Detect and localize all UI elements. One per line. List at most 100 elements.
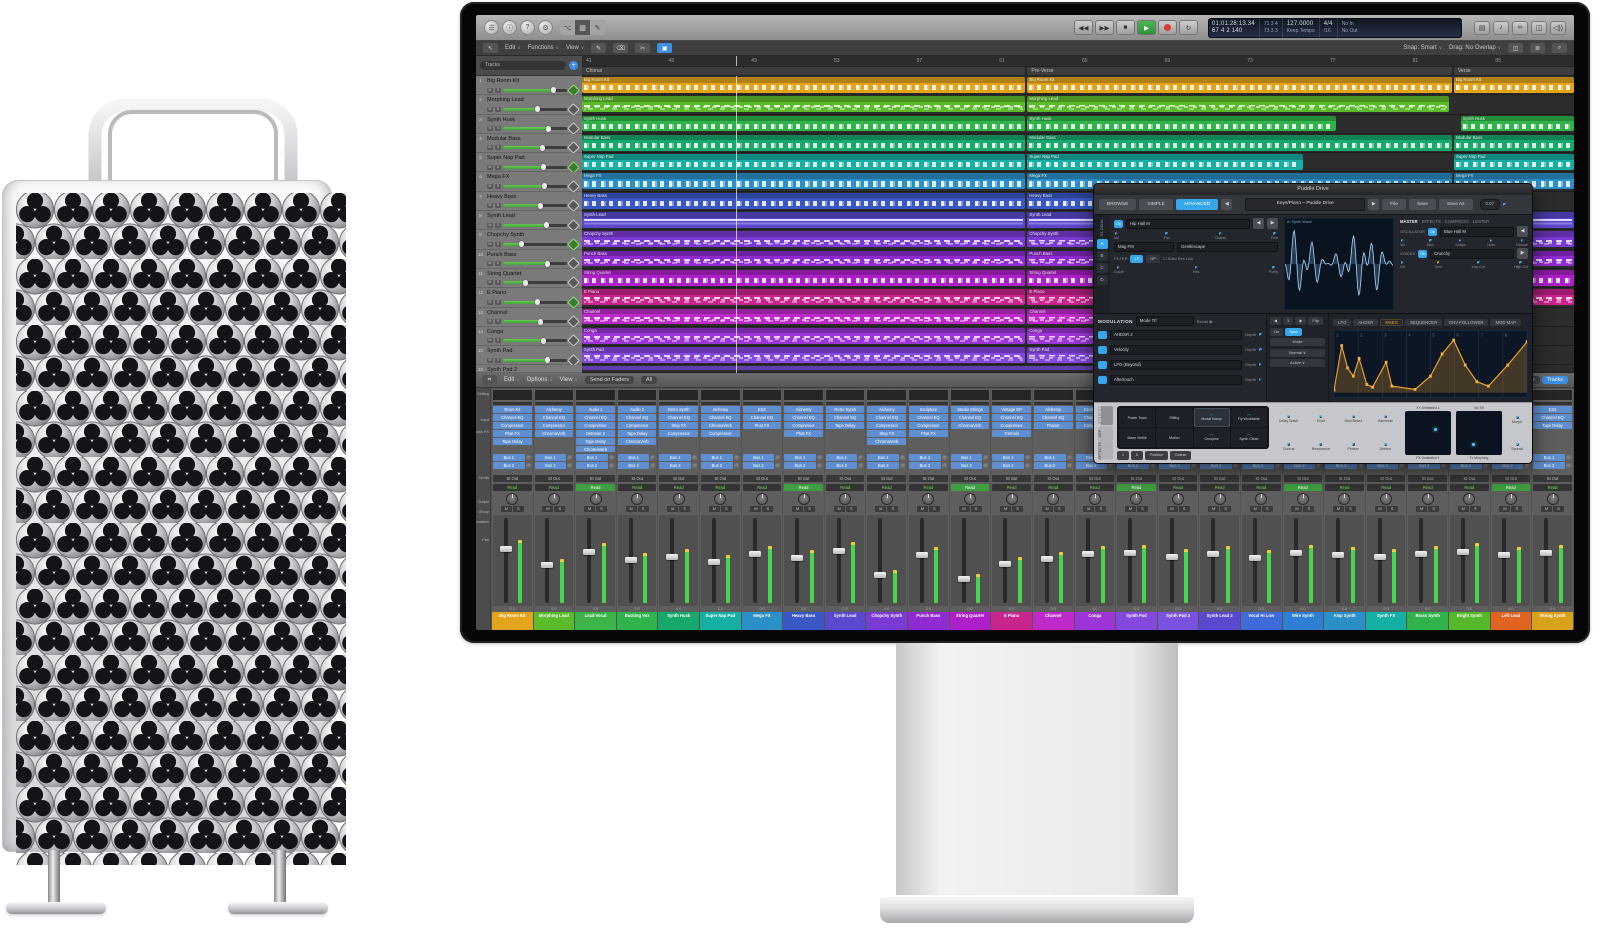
mixer-menu-view[interactable]: View∨ <box>560 377 578 383</box>
mute-button[interactable]: M <box>1250 506 1261 512</box>
solo-button[interactable]: S <box>495 107 501 112</box>
source-name-field[interactable]: Hip Hall M <box>1126 219 1250 229</box>
knob[interactable] <box>1259 378 1262 381</box>
send-knob[interactable] <box>942 455 948 461</box>
edit-tool-icon-2[interactable]: ✂ <box>635 43 650 53</box>
stop-button[interactable]: ■ <box>1116 20 1135 35</box>
fader[interactable] <box>1408 515 1447 606</box>
output-slot[interactable]: St Out <box>1034 475 1073 482</box>
edit-tool-icon-0[interactable]: ✎ <box>591 43 606 53</box>
fx-insert-slot[interactable]: Channel EQ <box>1034 414 1073 421</box>
pan-knob[interactable] <box>1449 491 1490 506</box>
channel-strip[interactable]: AlchemyChannel EQPhaserBus 1Bus 2St OutR… <box>1033 389 1074 630</box>
send-slot[interactable]: Bus 2 <box>659 462 691 469</box>
fader[interactable] <box>1200 515 1239 606</box>
voices-next-icon[interactable]: ▶ <box>1517 248 1528 259</box>
mute-button[interactable]: M <box>542 506 553 512</box>
voices-on-button[interactable]: On <box>1418 250 1427 258</box>
mod-tab-ahdsr[interactable]: AHDSR <box>1353 319 1378 326</box>
master-tab-limiter[interactable]: LIMITER <box>1473 219 1490 224</box>
xy-pad[interactable] <box>1405 411 1451 455</box>
send-knob[interactable] <box>1316 463 1322 469</box>
alchemy-plugin-window[interactable]: Puddle Drive BROWSESIMPLEADVANCED◀Keys/P… <box>1094 184 1532 463</box>
region[interactable] <box>1027 154 1303 170</box>
fx-insert-slot[interactable]: Channel EQ <box>576 414 615 421</box>
playhead[interactable] <box>736 56 737 66</box>
eq-thumbnail[interactable] <box>618 390 657 401</box>
region[interactable] <box>582 193 1025 209</box>
pan-knob[interactable] <box>492 491 533 506</box>
record-button[interactable] <box>1158 20 1177 35</box>
plugin-window-title[interactable]: Puddle Drive <box>1094 184 1532 195</box>
track-header[interactable]: 7Heavy BassMS <box>476 192 582 211</box>
oscillator-on-button[interactable]: On <box>1428 228 1437 236</box>
automation-mode-button[interactable]: Read <box>1408 484 1447 491</box>
solo-button[interactable]: S <box>1553 506 1564 512</box>
high-cut-knob[interactable]: High Cut <box>1514 261 1528 269</box>
automation-mode-button[interactable]: Read <box>1034 484 1073 491</box>
mute-button[interactable]: M <box>487 223 493 228</box>
fine-knob[interactable]: Fine <box>1271 232 1278 240</box>
region[interactable] <box>1454 77 1574 93</box>
resonance-knob[interactable]: Resonance <box>1312 443 1330 451</box>
tune-knob[interactable]: Tune <box>1434 261 1442 269</box>
mute-button[interactable]: M <box>750 506 761 512</box>
mute-button[interactable]: M <box>709 506 720 512</box>
pan-knob[interactable] <box>1116 491 1157 506</box>
transform-pad[interactable]: ◠Modal House <box>1194 408 1230 427</box>
source-select-b[interactable]: B <box>1097 251 1108 261</box>
mute-button[interactable]: M <box>487 126 493 131</box>
source-prev-icon[interactable]: ◀ <box>1253 218 1264 229</box>
fader-cap[interactable] <box>541 562 553 568</box>
fader-cap[interactable] <box>791 555 803 561</box>
volume-thumb[interactable] <box>542 183 547 189</box>
master-tab-compress[interactable]: COMPRESS <box>1445 219 1469 224</box>
source-select-c[interactable]: C <box>1097 263 1108 273</box>
send-knob[interactable] <box>817 455 823 461</box>
channel-name-label[interactable]: Super Nap Pad <box>700 612 741 630</box>
mute-button[interactable]: M <box>667 506 678 512</box>
volume-slider[interactable] <box>503 301 567 304</box>
mod-source-dropdown[interactable]: LFO (Beyond) <box>1110 360 1242 370</box>
channel-strip[interactable]: AlchemyChannel EQCompressorStep FXChroma… <box>866 389 907 630</box>
automation-mode-button[interactable]: Read <box>867 484 906 491</box>
fader-cap[interactable] <box>1498 552 1510 558</box>
channel-strip[interactable]: Drum KitChannel EQCompressorPhat FXTape … <box>492 389 533 630</box>
automation-mode-button[interactable]: Read <box>1076 484 1115 491</box>
volume-slider[interactable] <box>503 359 567 362</box>
channel-name-label[interactable]: E Piano <box>991 612 1032 630</box>
mute-button[interactable]: M <box>1125 506 1136 512</box>
send-knob[interactable] <box>1191 463 1197 469</box>
send-slot[interactable]: Bus 2 <box>493 462 525 469</box>
send-slot[interactable]: Bus 2 <box>1492 462 1524 469</box>
fader[interactable] <box>576 515 615 606</box>
volume-slider[interactable] <box>503 166 567 169</box>
pad-footer-button[interactable]: 8 <box>1131 451 1143 460</box>
input-slot[interactable]: ES2 <box>1533 406 1572 413</box>
cycle-button[interactable]: ↻ <box>1179 20 1198 35</box>
fader[interactable] <box>701 515 740 606</box>
fx-insert-slot[interactable]: Channel EQ <box>951 414 990 421</box>
channel-name-label[interactable]: Brass Synth <box>1407 612 1448 630</box>
fx-insert-slot[interactable]: Channel EQ <box>1533 414 1572 421</box>
xy-pad[interactable] <box>1456 411 1502 455</box>
mixer-filter-all-button[interactable]: All <box>641 376 657 384</box>
solo-button[interactable]: S <box>1262 506 1273 512</box>
input-slot[interactable]: Retro Synth <box>826 406 865 413</box>
mute-button[interactable]: M <box>487 107 493 112</box>
send-knob[interactable] <box>1441 463 1447 469</box>
arrangement-marker-chorus[interactable]: Chorus <box>582 67 1025 75</box>
send-slot[interactable]: Bus 2 <box>826 462 858 469</box>
library-icon[interactable]: ☰ <box>484 20 499 35</box>
mod-on-button[interactable] <box>1098 361 1107 369</box>
arrange-track-lane[interactable] <box>582 95 1574 114</box>
input-slot[interactable]: Vintage EP <box>992 406 1031 413</box>
eq-thumbnail[interactable] <box>576 390 615 401</box>
mute-button[interactable]: M <box>487 300 493 305</box>
automation-mode-button[interactable]: Read <box>618 484 657 491</box>
mute-button[interactable]: M <box>1208 506 1219 512</box>
track-header[interactable]: 16Synth Pad 2MS <box>476 365 582 373</box>
send-knob[interactable] <box>1566 463 1572 469</box>
alchemy-file-button[interactable]: File <box>1382 199 1406 210</box>
mod-source-dropdown[interactable]: Velocity <box>1110 345 1242 355</box>
